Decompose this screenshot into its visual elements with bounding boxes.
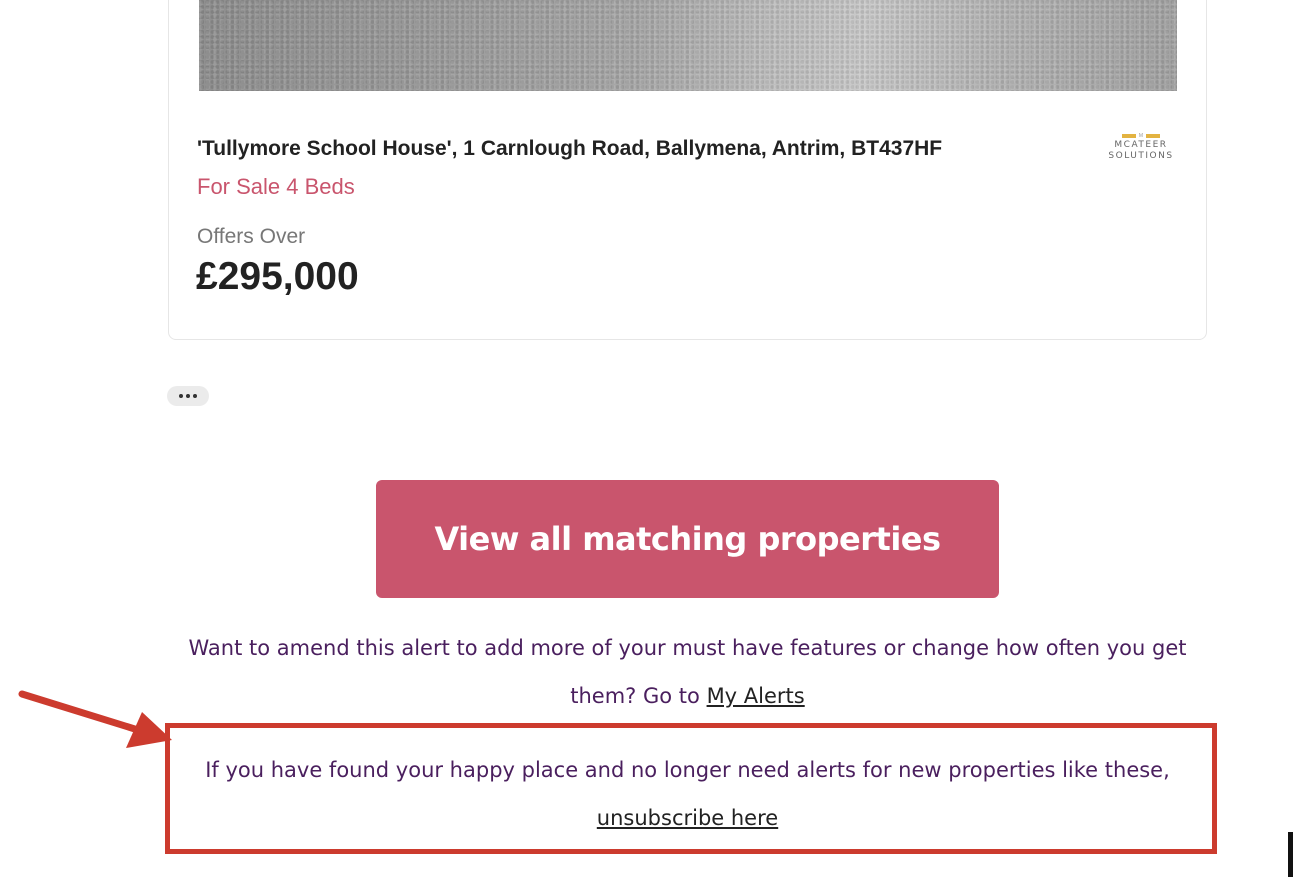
property-photo[interactable] [199, 0, 1177, 91]
amend-alert-text: Want to amend this alert to add more of … [168, 624, 1207, 720]
amend-alert-message: Want to amend this alert to add more of … [188, 636, 1187, 708]
sale-status: For Sale 4 Beds [197, 174, 355, 199]
my-alerts-link[interactable]: My Alerts [707, 684, 805, 708]
text-cursor-icon [1288, 832, 1293, 877]
property-card[interactable]: 'Tullymore School House', 1 Carnlough Ro… [168, 0, 1207, 340]
unsubscribe-link[interactable]: unsubscribe here [597, 806, 778, 830]
agent-logo-mark: M [1105, 132, 1177, 140]
property-price: £295,000 [196, 255, 359, 298]
agent-logo-text: MCATEER SOLUTIONS [1108, 140, 1174, 161]
unsubscribe-text: If you have found your happy place and n… [168, 746, 1207, 842]
price-qualifier: Offers Over [197, 225, 306, 248]
agent-logo: M MCATEER SOLUTIONS [1105, 132, 1177, 162]
unsubscribe-message: If you have found your happy place and n… [205, 758, 1170, 782]
annotation-arrow-icon [18, 690, 172, 748]
view-all-properties-button[interactable]: View all matching properties [376, 480, 999, 598]
ellipsis-icon [179, 394, 183, 398]
show-trimmed-content-button[interactable] [167, 386, 209, 406]
property-address[interactable]: 'Tullymore School House', 1 Carnlough Ro… [197, 137, 942, 161]
